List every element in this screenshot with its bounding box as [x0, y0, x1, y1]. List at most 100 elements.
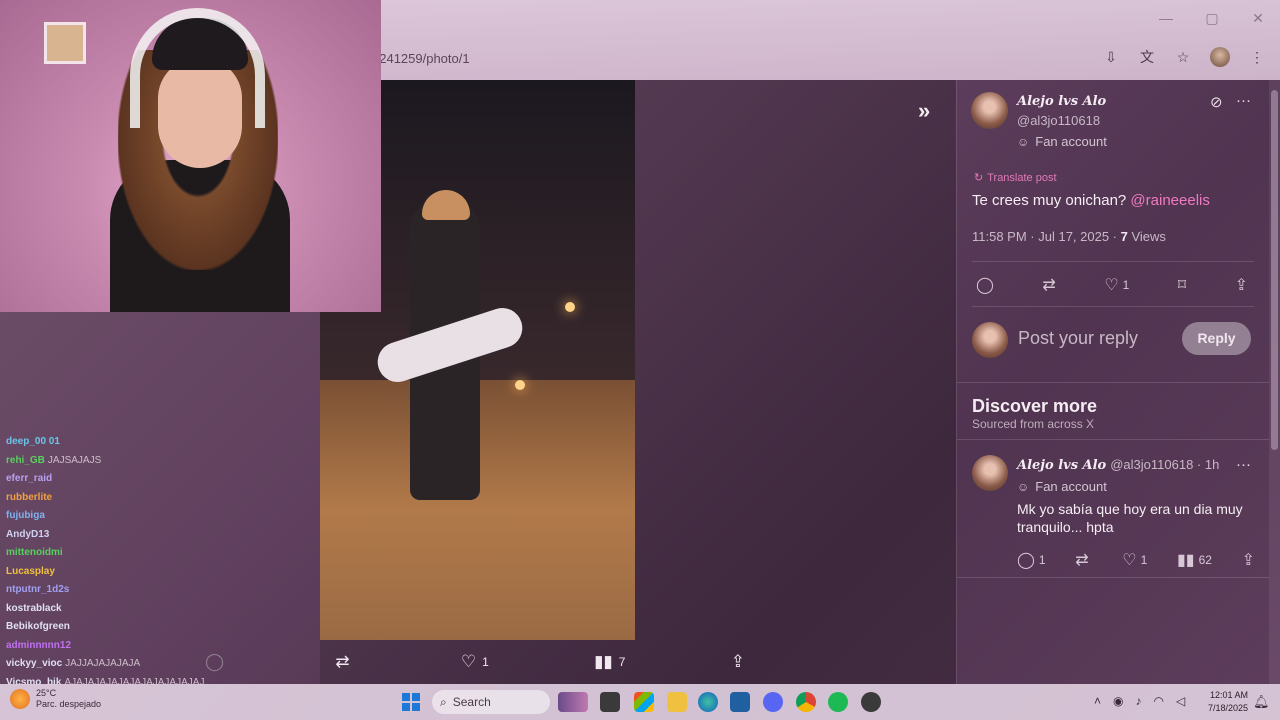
volume-icon[interactable]: ◁ — [1176, 694, 1185, 708]
translate-label: Translate post — [987, 171, 1057, 184]
discover-author-name[interactable]: Alejo lvs Alo — [1017, 458, 1106, 473]
author-handle[interactable]: @al3jo110618 — [1017, 113, 1100, 128]
clock-time: 12:01 AM — [1209, 690, 1248, 700]
profile-avatar[interactable] — [1210, 47, 1230, 67]
microphone-icon[interactable]: ♪ — [1136, 694, 1142, 708]
chevron-up-icon[interactable]: ˄ — [1094, 694, 1101, 708]
like-count: 1 — [1122, 278, 1130, 292]
reply-button[interactable]: ◯ 1 — [1017, 550, 1046, 570]
chrome-icon[interactable] — [796, 692, 816, 712]
share-button[interactable]: ⇪ — [1235, 275, 1248, 295]
address-bar[interactable]: 3241259/photo/1 — [372, 46, 1072, 72]
like-count: 1 — [482, 655, 489, 669]
bookmark-button[interactable]: ⌑ — [1178, 275, 1186, 295]
wifi-icon[interactable]: ◠ — [1154, 694, 1164, 708]
maximize-icon[interactable]: ▢ — [1202, 8, 1222, 28]
reply-submit-button[interactable]: Reply — [1182, 322, 1251, 355]
chat-username[interactable]: deep_00 01 — [6, 436, 60, 447]
chat-username[interactable]: eferr_raid — [6, 473, 52, 484]
widgets-app-icon[interactable] — [558, 692, 588, 712]
scrollbar-thumb[interactable] — [1271, 90, 1278, 450]
current-user-avatar[interactable] — [972, 322, 1008, 358]
grok-icon[interactable]: ⊘ — [1210, 93, 1223, 111]
chat-message: Bebikofgreen — [6, 621, 73, 632]
reply-input[interactable]: Post your reply — [1018, 328, 1138, 349]
network-app-icon[interactable]: ◉ — [1113, 694, 1123, 708]
like-button[interactable]: ♡ 1 — [1104, 275, 1129, 295]
chat-username[interactable]: ntputnr_1d2s — [6, 584, 69, 595]
scrollbar[interactable] — [1269, 80, 1280, 684]
views-button[interactable]: ▮▮ 62 — [1177, 550, 1212, 570]
install-icon[interactable]: ⇩ — [1102, 48, 1120, 66]
share-icon: ⇪ — [730, 652, 745, 671]
discord-icon[interactable] — [763, 692, 783, 712]
chat-username[interactable]: rehi_GB — [6, 455, 45, 466]
share-button[interactable]: ⇪ — [1242, 550, 1255, 570]
heart-icon: ♡ — [460, 652, 477, 671]
chat-username[interactable]: rubberlite — [6, 492, 52, 503]
post-timestamp[interactable]: 11:58 PM · Jul 17, 2025 · — [972, 229, 1121, 244]
post-text: Te crees muy onichan? @raineeelis — [972, 192, 1210, 209]
badge-label: Fan account — [1035, 134, 1107, 149]
translate-icon[interactable]: 文 — [1138, 48, 1156, 66]
chat-username[interactable]: Bebikofgreen — [6, 621, 70, 632]
spotify-icon[interactable] — [828, 692, 848, 712]
chat-message: rehi_GB JAJSAJAJS — [6, 455, 101, 466]
discover-author-avatar[interactable] — [972, 455, 1008, 491]
taskbar-clock[interactable]: 12:01 AM 7/18/2025 — [1198, 689, 1248, 715]
store-icon[interactable] — [634, 692, 654, 712]
street-light — [565, 302, 575, 312]
views-action[interactable]: ▮▮ 7 — [594, 652, 625, 672]
mask-icon: ☺ — [1017, 134, 1030, 149]
edge-icon[interactable] — [698, 692, 718, 712]
menu-icon[interactable]: ⋮ — [1248, 48, 1266, 66]
views-count: 7 — [618, 655, 626, 669]
obs-icon[interactable] — [861, 692, 881, 712]
discover-handle-time[interactable]: @al3jo110618 · 1h — [1110, 457, 1219, 472]
chat-message: Lucasplay — [6, 566, 58, 577]
start-button[interactable] — [402, 693, 420, 711]
like-action[interactable]: ♡ 1 — [461, 652, 489, 672]
weather-desc: Parc. despejado — [36, 699, 102, 709]
chat-message: deep_00 01 — [6, 436, 63, 447]
task-view-icon[interactable] — [600, 692, 620, 712]
chat-username[interactable]: mittenoidmi — [6, 547, 63, 558]
reply-button[interactable]: ◯ — [976, 275, 994, 295]
heart-icon: ♡ — [1104, 277, 1119, 294]
share-action[interactable]: ⇪ — [731, 652, 745, 672]
chat-username[interactable]: adminnnnn12 — [6, 640, 71, 651]
author-name[interactable]: Alejo lvs Alo — [1017, 94, 1106, 109]
more-options-icon[interactable]: ··· — [1236, 456, 1251, 473]
badge-label: Fan account — [1035, 479, 1107, 494]
views-label: Views — [1127, 229, 1166, 244]
chat-username[interactable]: AndyD13 — [6, 529, 49, 540]
chat-message: AndyD13 — [6, 529, 52, 540]
close-icon[interactable]: ✕ — [1248, 8, 1268, 28]
file-explorer-icon[interactable] — [667, 692, 687, 712]
chat-username[interactable]: kostrablack — [6, 603, 62, 614]
chat-username[interactable]: Lucasplay — [6, 566, 55, 577]
repost-button[interactable]: ⇄ — [1042, 275, 1055, 295]
translate-post-link[interactable]: ↻ Translate post — [974, 171, 1057, 185]
taskbar-search[interactable]: ⌕ Search — [432, 690, 550, 714]
more-options-icon[interactable]: ··· — [1236, 92, 1251, 109]
mention-link[interactable]: @raineeelis — [1130, 192, 1209, 209]
author-avatar[interactable] — [971, 92, 1008, 129]
chat-username[interactable]: vickyy_vioc — [6, 658, 62, 669]
repost-icon: ⇄ — [1042, 277, 1056, 294]
weather-widget[interactable]: 25°C Parc. despejado — [10, 688, 101, 710]
repost-action[interactable]: ⇄ — [335, 652, 355, 672]
post-meta: 11:58 PM · Jul 17, 2025 · 7 Views — [972, 229, 1166, 244]
chat-message: vickyy_vioc JAJJAJAJAJAJA — [6, 658, 140, 669]
star-icon[interactable]: ☆ — [1174, 48, 1192, 66]
headphones — [130, 8, 265, 128]
like-button[interactable]: ♡ 1 — [1122, 550, 1147, 570]
stream-chat: deep_00 01 rehi_GB JAJSAJAJS eferr_raidrubb… — [0, 312, 320, 688]
minimize-icon[interactable]: — — [1156, 8, 1176, 28]
app-icon[interactable] — [730, 692, 750, 712]
chat-username[interactable]: fujubiga — [6, 510, 45, 521]
notification-bell-icon[interactable]: 🔔︎ — [1253, 694, 1270, 710]
repost-button[interactable]: ⇄ — [1075, 550, 1092, 570]
collapse-panel-icon[interactable]: » — [918, 98, 930, 124]
webcam-overlay — [0, 0, 381, 312]
